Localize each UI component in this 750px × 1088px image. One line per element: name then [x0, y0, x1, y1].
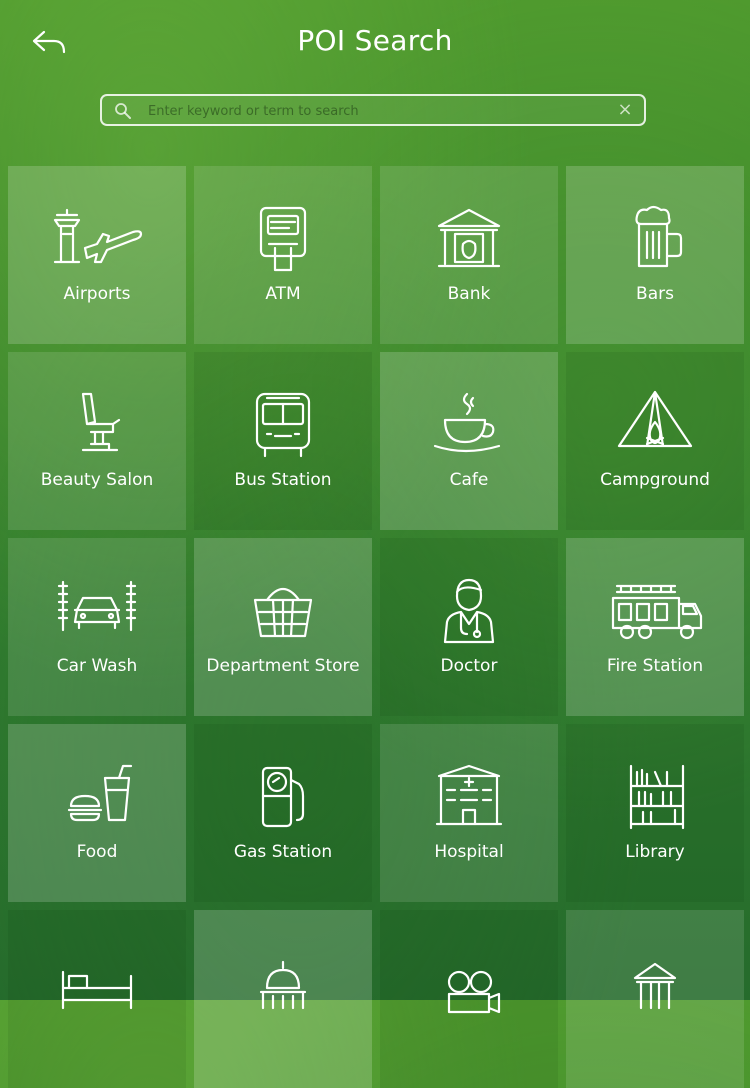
burger-drink-icon [67, 764, 133, 822]
category-tile-cafe[interactable]: Cafe [380, 352, 558, 530]
category-label: Department Store [206, 656, 360, 676]
coffee-cup-icon [433, 392, 501, 453]
museum-icon [633, 962, 677, 1010]
category-label: Hospital [434, 842, 504, 862]
doctor-icon [443, 578, 495, 644]
bank-icon [437, 208, 501, 268]
hospital-building-icon [435, 764, 503, 826]
category-label: Doctor [440, 656, 498, 676]
category-tile-hospital[interactable]: Hospital [380, 724, 558, 902]
category-label: Bank [447, 284, 491, 304]
category-tile-movie-theater[interactable] [380, 910, 558, 1088]
search-input[interactable] [146, 96, 610, 126]
category-tile-doctor[interactable]: Doctor [380, 538, 558, 716]
gas-pump-icon [261, 766, 305, 828]
category-tile-lodging[interactable] [8, 910, 186, 1088]
category-tile-car-wash[interactable]: Car Wash [8, 538, 186, 716]
category-label: Library [625, 842, 685, 862]
category-tile-food[interactable]: Food [8, 724, 186, 902]
category-tile-museum[interactable] [566, 910, 744, 1088]
category-tile-government[interactable] [194, 910, 372, 1088]
category-label: ATM [265, 284, 301, 304]
category-label: Bus Station [234, 470, 332, 490]
page-title: POI Search [297, 24, 453, 57]
category-tile-library[interactable]: Library [566, 724, 744, 902]
category-tile-bank[interactable]: Bank [380, 166, 558, 344]
category-tile-airports[interactable]: Airports [8, 166, 186, 344]
bed-icon [61, 970, 133, 1010]
clear-icon[interactable]: × [616, 99, 634, 121]
category-label: Food [76, 842, 118, 862]
category-label: Airports [63, 284, 131, 304]
salon-chair-icon [81, 392, 121, 452]
category-label: Car Wash [56, 656, 138, 676]
search-icon [115, 103, 131, 119]
basket-icon [253, 587, 313, 638]
capitol-building-icon [259, 960, 307, 1010]
atm-icon [259, 206, 307, 272]
movie-camera-icon [447, 970, 501, 1014]
category-tile-bars[interactable]: Bars [566, 166, 744, 344]
category-label: Campground [600, 470, 710, 490]
search-bar[interactable]: × [100, 94, 646, 126]
category-tile-bus-station[interactable]: Bus Station [194, 352, 372, 530]
car-wash-icon [57, 580, 137, 632]
header-bar: POI Search [0, 0, 750, 86]
category-tile-department-store[interactable]: Department Store [194, 538, 372, 716]
airport-icon [53, 208, 143, 264]
category-tile-fire-station[interactable]: Fire Station [566, 538, 744, 716]
bookshelf-icon [629, 764, 685, 830]
category-label: Beauty Salon [40, 470, 154, 490]
category-tile-beauty-salon[interactable]: Beauty Salon [8, 352, 186, 530]
tent-icon [617, 390, 693, 448]
beer-mug-icon [635, 205, 683, 268]
category-label: Gas Station [233, 842, 333, 862]
bus-icon [255, 392, 311, 458]
category-label: Bars [636, 284, 674, 304]
category-label: Fire Station [606, 656, 704, 676]
category-tile-atm[interactable]: ATM [194, 166, 372, 344]
fire-truck-icon [611, 584, 703, 640]
category-grid: Airports ATM Bank Bars Beauty Salon Bus … [8, 166, 744, 1088]
category-tile-campground[interactable]: Campground [566, 352, 744, 530]
category-tile-gas-station[interactable]: Gas Station [194, 724, 372, 902]
category-label: Cafe [449, 470, 489, 490]
